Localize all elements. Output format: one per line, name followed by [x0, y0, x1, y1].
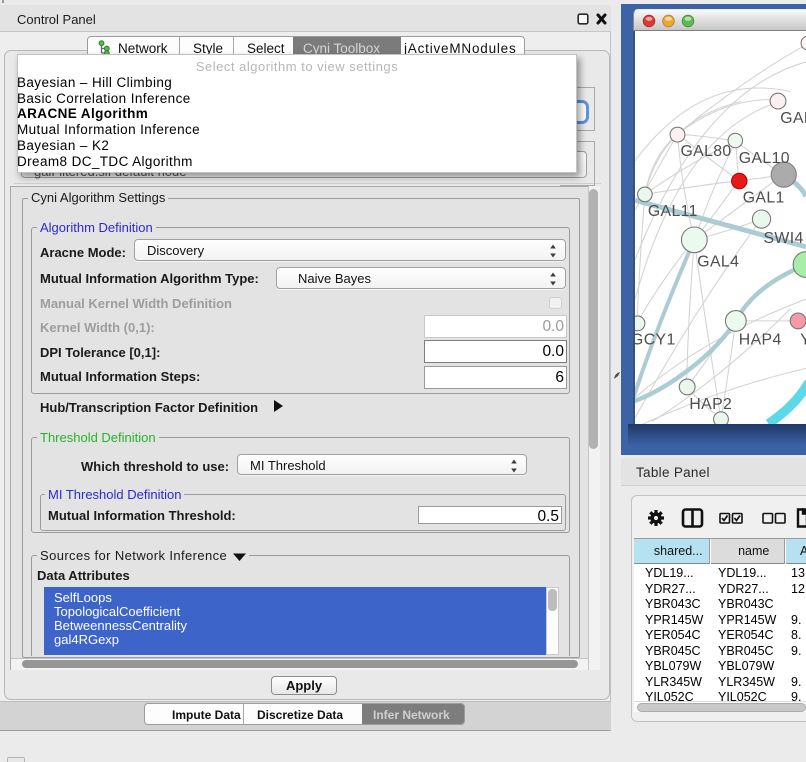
svg-text:HAP2: HAP2 — [689, 396, 732, 413]
svg-text:GAL10: GAL10 — [739, 150, 790, 167]
svg-text:GAL80: GAL80 — [680, 143, 731, 160]
svg-text:GAL4: GAL4 — [697, 254, 739, 271]
svg-text:GAL2: GAL2 — [780, 110, 806, 127]
svg-text:GCY1: GCY1 — [633, 332, 676, 349]
svg-text:SWI4: SWI4 — [763, 230, 803, 247]
svg-text:GAL1: GAL1 — [743, 189, 785, 206]
svg-text:GAL11: GAL11 — [648, 203, 698, 220]
svg-text:YJ: YJ — [800, 332, 806, 349]
svg-text:HAP4: HAP4 — [739, 332, 782, 349]
